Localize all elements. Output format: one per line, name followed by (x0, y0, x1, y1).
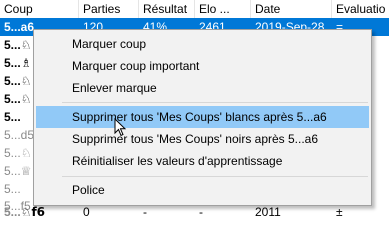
eval-cell: ± (336, 205, 343, 219)
column-header-parties[interactable]: Parties (79, 0, 139, 18)
knight-icon: ♘ (20, 92, 32, 106)
table-header: Coup Parties Résultat Elo ... Date Evalu… (0, 0, 389, 19)
column-header-elo[interactable]: Elo ... (195, 0, 251, 18)
move-cell: 5...d5 (4, 128, 33, 142)
menu-item-enlever-marque[interactable]: Enlever marque (36, 77, 369, 99)
move-cell: 5... (4, 110, 21, 124)
context-menu: Marquer coup Marquer coup important Enle… (33, 29, 372, 206)
menu-item-reinitialiser[interactable]: Réinitialiser les valeurs d'apprentissag… (36, 150, 369, 172)
mouse-cursor-icon (114, 118, 127, 137)
move-cell: 5...♗ (4, 56, 32, 70)
move-cell: 5...♘ (4, 38, 32, 52)
column-header-resultat[interactable]: Résultat (139, 0, 195, 18)
menu-item-supprimer-blancs[interactable]: Supprimer tous 'Mes Coups' blancs après … (36, 106, 369, 128)
move-cell: 5...♘ (4, 146, 32, 160)
knight-icon: ♘ (20, 146, 32, 160)
games-cell: 0 (83, 205, 90, 219)
move-cell: 5...♕ (4, 164, 32, 178)
menu-item-marquer-coup-important[interactable]: Marquer coup important (36, 55, 369, 77)
column-header-coup[interactable]: Coup (0, 0, 79, 18)
date-cell: 2011 (255, 205, 281, 219)
menu-separator (62, 176, 368, 177)
table-row-last[interactable]: 5...♘f6 0 - - 2011 ± (0, 205, 389, 219)
elo-cell: - (199, 205, 203, 219)
menu-separator (62, 102, 368, 103)
knight-icon: ♘ (20, 74, 32, 88)
menu-item-police[interactable]: Police (36, 179, 369, 201)
menu-item-supprimer-noirs[interactable]: Supprimer tous 'Mes Coups' noirs après 5… (36, 128, 369, 150)
knight-icon: ♘f6 (20, 205, 46, 219)
column-header-date[interactable]: Date (251, 0, 332, 18)
knight-icon: ♘ (20, 38, 32, 52)
menu-item-marquer-coup[interactable]: Marquer coup (36, 33, 369, 55)
move-cell: 5...♘f6 (4, 205, 46, 219)
bishop-icon: ♗ (20, 56, 32, 70)
move-cell: 5...♘ (4, 92, 32, 106)
column-header-evaluation[interactable]: Evaluatio (332, 0, 389, 18)
queen-icon: ♕ (20, 164, 32, 178)
result-cell: - (143, 205, 147, 219)
move-cell: 5... (4, 182, 21, 196)
move-cell: 5...♘ (4, 74, 32, 88)
